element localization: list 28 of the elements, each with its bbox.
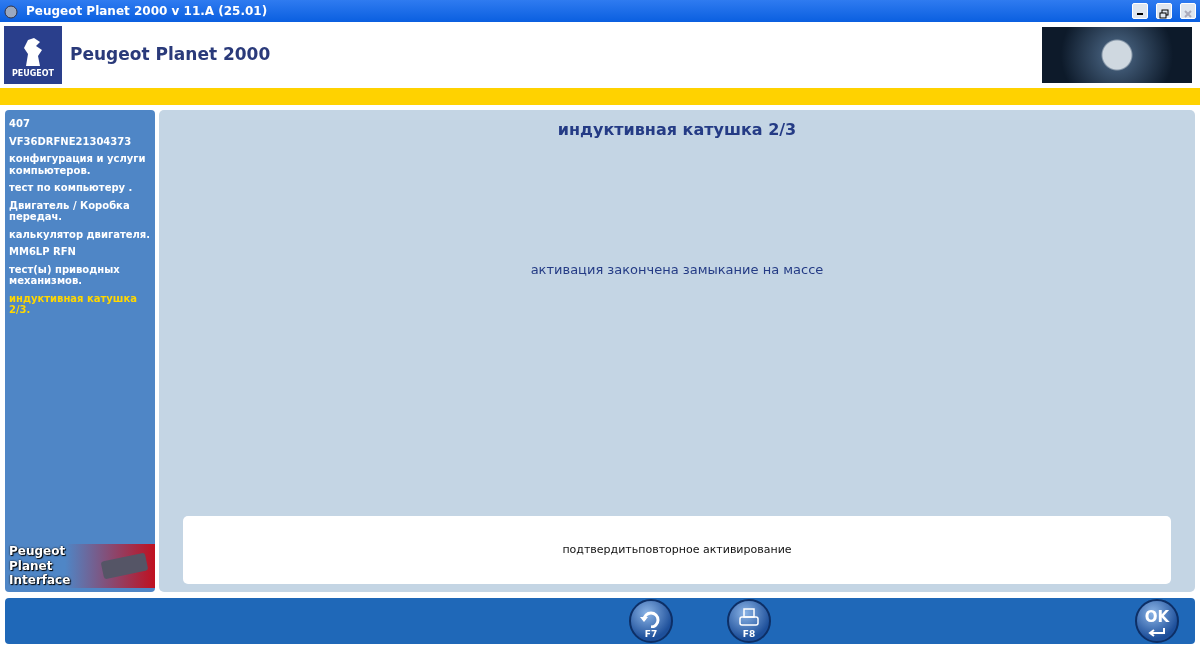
status-message: активация закончена замыкание на массе bbox=[530, 261, 824, 280]
sidebar-item[interactable]: тест(ы) приводных механизмов. bbox=[5, 263, 155, 287]
window-title: Peugeot Planet 2000 v 11.A (25.01) bbox=[26, 3, 269, 20]
printer-icon bbox=[738, 607, 760, 628]
app-icon bbox=[4, 4, 18, 19]
banner-text: Peugeot Planet bbox=[9, 544, 67, 574]
enter-icon bbox=[1146, 627, 1168, 637]
sidebar-item[interactable]: тест по компьютеру . bbox=[5, 182, 155, 194]
close-icon bbox=[1182, 7, 1194, 20]
sidebar-item[interactable]: калькулятор двигателя. bbox=[5, 228, 155, 240]
prompt-text: подтвердитьповторное активирование bbox=[562, 541, 792, 558]
ok-button[interactable]: OK bbox=[1135, 599, 1179, 643]
sidebar-item[interactable]: конфигурация и услуги компьютеров. bbox=[5, 153, 155, 176]
banner-text: Interface bbox=[9, 573, 72, 588]
repeat-button[interactable]: F7 bbox=[629, 599, 673, 643]
sidebar-item[interactable]: 407 bbox=[5, 118, 155, 130]
logo-text: PEUGEOT bbox=[11, 68, 55, 80]
print-button[interactable]: F8 bbox=[727, 599, 771, 643]
minimize-icon bbox=[1137, 13, 1143, 15]
sidebar-item[interactable]: индуктивная катушка 2/3. bbox=[5, 292, 155, 316]
sidebar-item[interactable]: Двигатель / Коробка передач. bbox=[5, 199, 155, 223]
restore-button[interactable] bbox=[1156, 3, 1172, 19]
sidebar-item[interactable]: MM6LP RFN bbox=[5, 246, 155, 258]
restore-icon bbox=[1158, 7, 1170, 20]
app-title: Peugeot Planet 2000 bbox=[70, 43, 272, 67]
content-title: индуктивная катушка 2/3 bbox=[557, 119, 797, 141]
sidebar-item[interactable]: VF36DRFNE21304373 bbox=[5, 135, 155, 147]
minimize-button[interactable] bbox=[1132, 3, 1148, 19]
